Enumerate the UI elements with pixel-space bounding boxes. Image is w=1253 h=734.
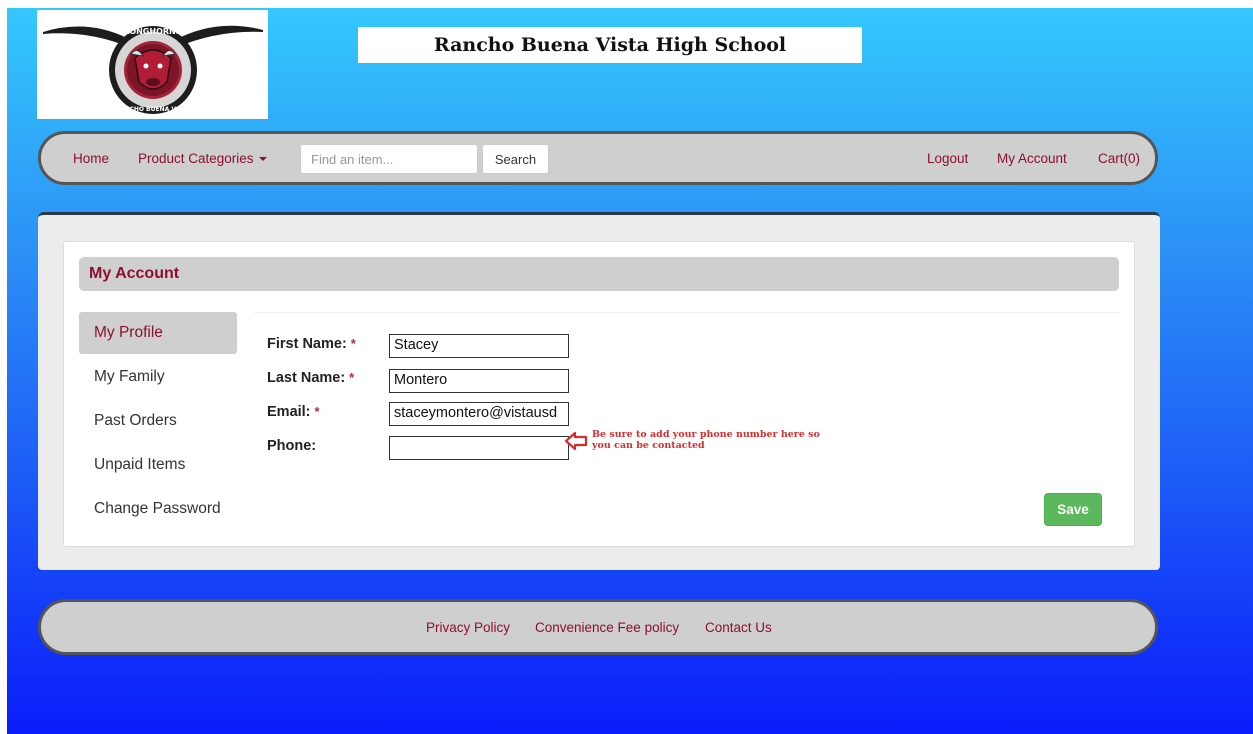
nav-home-link[interactable]: Home: [73, 151, 109, 166]
account-card: My Account My Profile My Family Past Ord…: [63, 241, 1135, 547]
school-title: Rancho Buena Vista High School: [433, 34, 787, 56]
email-label: Email: *: [267, 404, 320, 420]
arrow-left-icon: [564, 432, 588, 450]
first-name-label: First Name: *: [267, 336, 356, 352]
sidebar-item-my-profile[interactable]: My Profile: [79, 312, 237, 354]
phone-hint-note: Be sure to add your phone number here so…: [592, 429, 820, 451]
logo-bottom-text: RANCHO BUENA VISTA: [115, 106, 191, 113]
nav-product-categories-label: Product Categories: [138, 151, 254, 166]
divider: [254, 312, 1119, 313]
school-title-box: Rancho Buena Vista High School: [358, 27, 862, 63]
first-name-field[interactable]: Stacey: [389, 334, 569, 358]
first-name-label-text: First Name:: [267, 336, 347, 352]
phone-field[interactable]: [389, 436, 569, 460]
last-name-field[interactable]: Montero: [389, 369, 569, 393]
privacy-policy-link[interactable]: Privacy Policy: [426, 620, 510, 635]
convenience-fee-policy-link[interactable]: Convenience Fee policy: [535, 620, 679, 635]
last-name-label: Last Name: *: [267, 370, 354, 386]
school-logo: LONGHORNS RANCHO BUENA VISTA: [37, 10, 268, 119]
page-title: My Account: [89, 265, 180, 282]
sidebar-item-my-family[interactable]: My Family: [79, 356, 237, 398]
sidebar-item-change-password[interactable]: Change Password: [79, 488, 237, 530]
top-navbar: Home Product Categories Search Logout My…: [38, 131, 1158, 185]
required-marker: *: [314, 404, 320, 419]
footer-bar: Privacy Policy Convenience Fee policy Co…: [38, 599, 1158, 655]
phone-label-text: Phone:: [267, 438, 317, 454]
last-name-label-text: Last Name:: [267, 370, 346, 386]
save-button[interactable]: Save: [1044, 493, 1102, 526]
nav-product-categories-dropdown[interactable]: Product Categories: [138, 151, 267, 166]
search-input[interactable]: [300, 144, 478, 174]
nav-my-account-link[interactable]: My Account: [997, 151, 1067, 166]
email-label-text: Email:: [267, 404, 311, 420]
main-panel: My Account My Profile My Family Past Ord…: [38, 212, 1160, 570]
search-button[interactable]: Search: [482, 144, 549, 174]
sidebar-item-past-orders[interactable]: Past Orders: [79, 400, 237, 442]
logo-top-text: LONGHORNS: [124, 27, 181, 36]
account-heading-bar: My Account: [79, 257, 1119, 291]
email-field[interactable]: staceymontero@vistausd: [389, 402, 569, 426]
contact-us-link[interactable]: Contact Us: [705, 620, 772, 635]
phone-label: Phone:: [267, 438, 316, 454]
nav-logout-link[interactable]: Logout: [927, 151, 968, 166]
required-marker: *: [350, 336, 356, 351]
caret-down-icon: [258, 157, 267, 162]
sidebar-item-unpaid-items[interactable]: Unpaid Items: [79, 444, 237, 486]
required-marker: *: [349, 370, 355, 385]
nav-cart-link[interactable]: Cart(0): [1098, 151, 1140, 166]
